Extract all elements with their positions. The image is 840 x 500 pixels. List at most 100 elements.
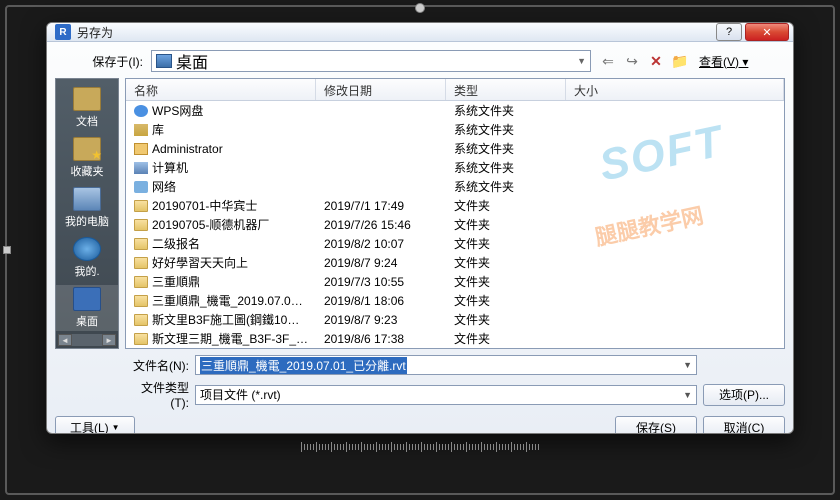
col-size[interactable]: 大小: [566, 79, 784, 100]
file-type: 系统文件夹: [446, 121, 566, 138]
desk-icon: [73, 287, 101, 311]
file-type: 文件夹: [446, 216, 566, 233]
close-button[interactable]: ✕: [745, 23, 789, 41]
table-row[interactable]: 好好學習天天向上 2019/8/7 9:24文件夹: [126, 253, 784, 272]
col-date[interactable]: 修改日期: [316, 79, 446, 100]
file-name: 斯文里B3F施工圖(鋼鐵10…: [152, 311, 299, 328]
folder-icon: [134, 333, 148, 345]
sidebar-item-label: 我的电脑: [65, 213, 109, 229]
table-row[interactable]: 20190701-中华宾士2019/7/1 17:49文件夹: [126, 196, 784, 215]
table-row[interactable]: Administrator 系统文件夹: [126, 139, 784, 158]
folder-icon: [134, 238, 148, 250]
cancel-button[interactable]: 取消(C): [703, 416, 785, 434]
table-row[interactable]: 三重順鼎2019/7/3 10:55文件夹: [126, 272, 784, 291]
sidebar-item-fav[interactable]: 收藏夹: [56, 135, 118, 181]
file-date: 2019/8/7 9:24: [316, 256, 446, 270]
table-row[interactable]: 三重順鼎_機電_2019.07.0… 2019/8/1 18:06文件夹: [126, 291, 784, 310]
save-in-value: 桌面: [176, 49, 208, 73]
globe-icon: [73, 237, 101, 261]
comp-icon: [73, 187, 101, 211]
resize-handle-top[interactable]: [415, 3, 425, 13]
folder-icon: [134, 257, 148, 269]
save-in-label: 保存于(I):: [55, 53, 143, 70]
filename-value: 三重順鼎_機電_2019.07.01_已分離.rvt: [200, 357, 407, 374]
file-name: 库: [152, 121, 164, 138]
lib-icon: [134, 124, 148, 136]
options-button[interactable]: 选项(P)...: [703, 384, 785, 406]
bottom-ruler: [17, 438, 823, 456]
user-icon: [134, 143, 148, 155]
view-button[interactable]: 查看(V) ▾: [695, 51, 752, 72]
net-icon: [134, 181, 148, 193]
file-name: 三重順鼎: [152, 273, 200, 290]
filetype-select[interactable]: 项目文件 (*.rvt) ▼: [195, 385, 697, 405]
filename-input[interactable]: 三重順鼎_機電_2019.07.01_已分離.rvt ▼: [195, 355, 697, 375]
scroll-track[interactable]: [72, 334, 102, 346]
table-row[interactable]: 计算机 系统文件夹: [126, 158, 784, 177]
filetype-value: 项目文件 (*.rvt): [200, 386, 281, 403]
scroll-right-icon[interactable]: ►: [102, 334, 116, 346]
table-row[interactable]: 斯文里B3F施工圖(鋼鐵10…2019/8/7 9:23文件夹: [126, 310, 784, 329]
save-in-select[interactable]: 桌面 ▼: [151, 50, 591, 72]
help-button[interactable]: ?: [716, 23, 742, 41]
delete-icon[interactable]: ✕: [647, 52, 665, 70]
toolbar-icons: ⇐ ↪ ✕ 📁 查看(V) ▾: [599, 51, 752, 72]
location-bar: 保存于(I): 桌面 ▼ ⇐ ↪ ✕ 📁 查看(V) ▾: [55, 48, 785, 78]
file-type: 文件夹: [446, 235, 566, 252]
desktop-icon: [156, 54, 172, 68]
resize-handle-left[interactable]: [3, 246, 11, 254]
file-name: 好好學習天天向上: [152, 254, 248, 271]
folder-icon: [134, 219, 148, 231]
save-button[interactable]: 保存(S): [615, 416, 697, 434]
sidebar-item-label: 收藏夹: [71, 163, 104, 179]
folder-icon: [134, 200, 148, 212]
table-row[interactable]: 库 系统文件夹: [126, 120, 784, 139]
file-date: 2019/8/2 10:07: [316, 237, 446, 251]
file-type: 文件夹: [446, 273, 566, 290]
file-name: Administrator: [152, 142, 223, 156]
file-type: 系统文件夹: [446, 159, 566, 176]
up-icon[interactable]: ↪: [623, 52, 641, 70]
sidebar-item-label: 文档: [76, 113, 98, 129]
table-row[interactable]: 网络系统文件夹: [126, 177, 784, 196]
tools-button[interactable]: 工具(L)▼: [55, 416, 135, 434]
cloud-icon: [134, 105, 148, 117]
file-date: 2019/8/1 18:06: [316, 294, 446, 308]
file-type: 文件夹: [446, 330, 566, 347]
file-name: 三重順鼎_機電_2019.07.0…: [152, 292, 303, 309]
comp-icon: [134, 162, 148, 174]
scroll-left-icon[interactable]: ◄: [58, 334, 72, 346]
sidebar-item-comp[interactable]: 我的电脑: [56, 185, 118, 231]
new-folder-icon[interactable]: 📁: [671, 52, 689, 70]
file-date: 2019/7/1 17:49: [316, 199, 446, 213]
file-type: 文件夹: [446, 292, 566, 309]
col-name[interactable]: 名称: [126, 79, 316, 100]
sidebar-item-desk[interactable]: 桌面: [56, 285, 118, 331]
col-type[interactable]: 类型: [446, 79, 566, 100]
app-icon: R: [55, 24, 71, 40]
chevron-down-icon: ▼: [577, 56, 586, 66]
folder-icon: [134, 314, 148, 326]
sidebar-item-folder[interactable]: 文档: [56, 85, 118, 131]
back-icon[interactable]: ⇐: [599, 52, 617, 70]
chevron-down-icon: ▼: [683, 360, 692, 370]
file-name: 斯文理三期_機電_B3F-3F_…: [152, 330, 308, 347]
file-type: 文件夹: [446, 254, 566, 271]
file-date: 2019/7/26 15:46: [316, 218, 446, 232]
table-row[interactable]: 二级报名 2019/8/2 10:07文件夹: [126, 234, 784, 253]
column-headers: 名称 修改日期 类型 大小: [126, 79, 784, 101]
dialog-footer: 工具(L)▼ 保存(S) 取消(C): [55, 410, 785, 434]
file-type: 系统文件夹: [446, 178, 566, 195]
filename-label: 文件名(N):: [125, 357, 189, 374]
folder-icon: [134, 295, 148, 307]
table-row[interactable]: WPS网盘系统文件夹: [126, 101, 784, 120]
folder-icon: [73, 87, 101, 111]
file-date: 2019/8/6 17:38: [316, 332, 446, 346]
file-name: 二级报名: [152, 235, 200, 252]
file-name: 20190701-中华宾士: [152, 197, 257, 214]
file-type: 系统文件夹: [446, 140, 566, 157]
file-name: 计算机: [152, 159, 188, 176]
table-row[interactable]: 斯文理三期_機電_B3F-3F_… 2019/8/6 17:38文件夹: [126, 329, 784, 348]
sidebar-item-globe[interactable]: 我的.: [56, 235, 118, 281]
table-row[interactable]: 20190705-顺德机器厂2019/7/26 15:46文件夹: [126, 215, 784, 234]
